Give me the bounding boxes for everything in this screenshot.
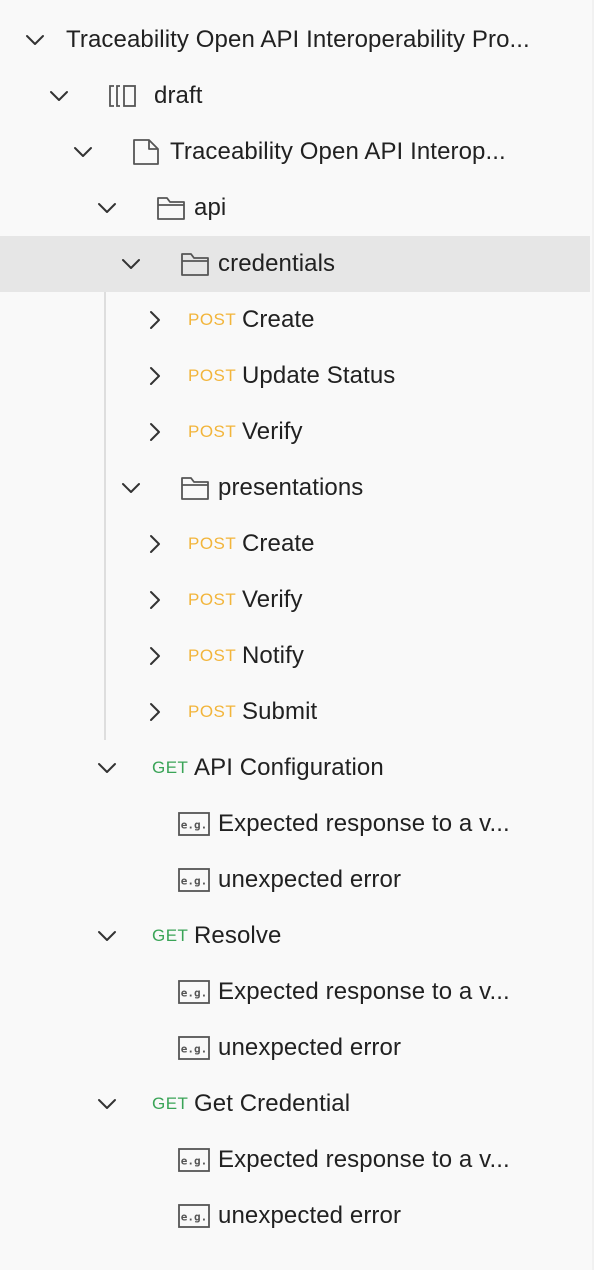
example-badge-text: e.g. <box>181 1043 208 1056</box>
method-badge-post: POST <box>188 534 237 553</box>
chevron-right-icon[interactable] <box>144 701 166 723</box>
example-badge-text: e.g. <box>181 875 208 888</box>
tree-row-example[interactable]: e.g. Expected response to a v... <box>0 1132 590 1188</box>
request-label: Create <box>242 306 315 333</box>
folder-label: api <box>194 194 227 221</box>
tree-row-request[interactable]: POST Submit <box>0 684 590 740</box>
request-label: Resolve <box>194 922 282 949</box>
method-badge-post: POST <box>188 702 237 721</box>
example-label: Expected response to a v... <box>218 978 510 1005</box>
tree-row-folder-presentations[interactable]: presentations <box>0 460 590 516</box>
chevron-down-icon[interactable] <box>24 29 46 51</box>
tree-row-folder-credentials[interactable]: credentials <box>0 236 590 292</box>
chevron-right-icon[interactable] <box>144 421 166 443</box>
tree-row-request[interactable]: POST Create <box>0 292 590 348</box>
folder-icon <box>180 250 210 278</box>
indent-guide-line <box>104 292 106 740</box>
tree-row-request[interactable]: POST Create <box>0 516 590 572</box>
chevron-down-icon[interactable] <box>96 197 118 219</box>
example-icon: e.g. <box>178 810 210 838</box>
request-label: Update Status <box>242 362 396 389</box>
example-label: unexpected error <box>218 866 402 893</box>
tree-row-folder-api[interactable]: api <box>0 180 590 236</box>
folder-icon <box>180 474 210 502</box>
method-badge-post: POST <box>188 590 237 609</box>
spec-label: Traceability Open API Interop... <box>170 138 506 165</box>
example-label: unexpected error <box>218 1034 402 1061</box>
tree-row-version[interactable]: draft <box>0 68 590 124</box>
folder-label: credentials <box>218 250 336 277</box>
tree-row-example[interactable]: e.g. unexpected error <box>0 1020 590 1076</box>
request-label: Submit <box>242 698 318 725</box>
chevron-down-icon[interactable] <box>72 141 94 163</box>
method-badge-get: GET <box>152 926 189 945</box>
chevron-down-icon[interactable] <box>96 1093 118 1115</box>
method-badge-post: POST <box>188 646 237 665</box>
chevron-right-icon[interactable] <box>144 309 166 331</box>
request-label: Get Credential <box>194 1090 351 1117</box>
tree-row-example[interactable]: e.g. unexpected error <box>0 852 590 908</box>
chevron-down-icon[interactable] <box>120 253 142 275</box>
folder-label: presentations <box>218 474 364 501</box>
method-badge-get: GET <box>152 758 189 777</box>
version-branch-icon <box>108 82 138 110</box>
tree-row-example[interactable]: e.g. Expected response to a v... <box>0 796 590 852</box>
chevron-right-icon[interactable] <box>144 589 166 611</box>
example-badge-text: e.g. <box>181 1155 208 1168</box>
tree-row-request-get[interactable]: GET Get Credential <box>0 1076 590 1132</box>
method-badge-get: GET <box>152 1094 189 1113</box>
method-badge-post: POST <box>188 310 237 329</box>
request-label: Verify <box>242 418 303 445</box>
folder-icon <box>156 194 186 222</box>
chevron-right-icon[interactable] <box>144 533 166 555</box>
chevron-right-icon[interactable] <box>144 645 166 667</box>
tree-row-request-get[interactable]: GET API Configuration <box>0 740 590 796</box>
tree-row-spec[interactable]: Traceability Open API Interop... <box>0 124 590 180</box>
collection-tree: Traceability Open API Interoperability P… <box>0 0 594 1270</box>
example-icon: e.g. <box>178 866 210 894</box>
tree-row-request[interactable]: POST Update Status <box>0 348 590 404</box>
request-label: Notify <box>242 642 304 669</box>
method-badge-post: POST <box>188 366 237 385</box>
collection-label: Traceability Open API Interoperability P… <box>66 26 530 53</box>
chevron-down-icon[interactable] <box>96 757 118 779</box>
example-label: Expected response to a v... <box>218 810 510 837</box>
chevron-right-icon[interactable] <box>144 365 166 387</box>
example-icon: e.g. <box>178 978 210 1006</box>
example-label: unexpected error <box>218 1202 402 1229</box>
example-icon: e.g. <box>178 1034 210 1062</box>
tree-row-collection[interactable]: Traceability Open API Interoperability P… <box>0 12 590 68</box>
example-badge-text: e.g. <box>181 819 208 832</box>
example-icon: e.g. <box>178 1202 210 1230</box>
example-icon: e.g. <box>178 1146 210 1174</box>
document-icon <box>132 138 160 166</box>
tree-row-request[interactable]: POST Verify <box>0 572 590 628</box>
chevron-down-icon[interactable] <box>48 85 70 107</box>
chevron-down-icon[interactable] <box>120 477 142 499</box>
tree-row-example[interactable]: e.g. unexpected error <box>0 1188 590 1244</box>
tree-row-example[interactable]: e.g. Expected response to a v... <box>0 964 590 1020</box>
tree-row-request[interactable]: POST Notify <box>0 628 590 684</box>
tree-row-request[interactable]: POST Verify <box>0 404 590 460</box>
chevron-down-icon[interactable] <box>96 925 118 947</box>
example-badge-text: e.g. <box>181 1211 208 1224</box>
request-label: Verify <box>242 586 303 613</box>
method-badge-post: POST <box>188 422 237 441</box>
version-label: draft <box>154 82 203 109</box>
example-label: Expected response to a v... <box>218 1146 510 1173</box>
request-label: Create <box>242 530 315 557</box>
tree-row-request-get[interactable]: GET Resolve <box>0 908 590 964</box>
request-label: API Configuration <box>194 754 384 781</box>
example-badge-text: e.g. <box>181 987 208 1000</box>
